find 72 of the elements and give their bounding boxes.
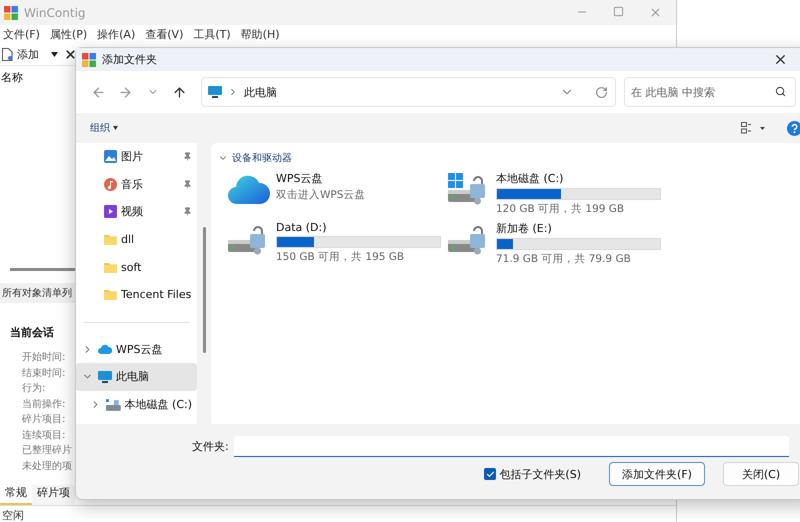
folder-icon [104,289,117,300]
drive-tile[interactable]: 本地磁盘 (C:) 120 GB 可用，共 199 GB [448,171,668,215]
video-icon [104,205,117,218]
checkbox[interactable] [484,468,496,480]
menu-item[interactable]: 属性(P) [50,27,88,42]
maximize-icon[interactable] [613,6,624,17]
add-folder-button[interactable]: 添加文件夹(F) [609,462,705,486]
checkbox-label[interactable]: 包括子文件夹(S) [499,466,581,482]
dialog-title: 添加文件夹 [102,52,158,67]
music-note-icon [104,178,117,191]
drive-tile[interactable]: 新加卷 (E:) 71.9 GB 可用，共 79.9 GB [448,221,668,265]
close-dialog-button[interactable]: 关闭(C) [723,462,799,486]
section-header[interactable]: 设备和驱动器 [232,151,292,165]
nav-item[interactable]: 本地磁盘 (C:) [76,390,197,418]
app-logo-icon [82,52,96,66]
menu-item[interactable]: 查看(V) [145,27,184,42]
nav-item[interactable]: 图片 [76,143,197,171]
tab[interactable]: 常规 [0,485,32,505]
panel-tab[interactable]: 所有对象清单列 [0,283,76,303]
status-text: 空闲 [1,508,25,522]
cloud-icon [98,344,112,354]
monitor-icon [208,86,222,98]
menu-item[interactable]: 文件(F) [3,27,40,42]
locked-drive-icon [448,223,488,255]
nav-item[interactable]: soft [76,253,197,281]
help-icon[interactable] [787,120,800,136]
drive-icon [106,398,121,411]
nav-item[interactable]: 视频 [76,198,197,226]
app-logo-icon [4,6,18,20]
nav-item[interactable]: dll [76,226,197,254]
nav-item[interactable]: 音乐 [76,170,197,198]
menu-item[interactable]: 帮助(H) [240,27,280,42]
field-label: 碎片项目: [21,412,66,427]
folder-input-field[interactable] [234,436,789,457]
drive-tile[interactable]: Data (D:) 150 GB 可用，共 195 GB [228,221,448,265]
folder-icon [104,262,117,273]
column-header: 名称 [0,70,24,85]
field-label: 连续项目: [21,428,66,442]
cloud-icon [228,173,270,205]
drive-tile[interactable]: WPS云盘 双击进入WPS云盘 [228,171,448,215]
refresh-icon[interactable] [594,86,608,98]
field-label: 当前操作: [21,398,66,412]
caret-icon[interactable] [113,126,118,130]
folder-label: 文件夹: [192,439,229,454]
locked-drive-icon [228,223,268,255]
section-title: 当前会话 [9,325,55,341]
dropdown-caret-icon[interactable] [51,52,58,57]
search-icon[interactable] [775,86,786,97]
field-label: 行为: [21,382,46,396]
window-title: WinContig [24,6,87,20]
delete-icon[interactable] [64,48,77,61]
address-bar[interactable]: 此电脑 [201,77,616,107]
nav-item[interactable]: 此电脑 [76,363,197,391]
view-options-icon[interactable] [741,122,765,134]
nav-item[interactable]: Tencent Files [76,280,197,309]
scrollbar-thumb[interactable] [202,227,206,353]
field-label: 已整理碎片 [21,444,73,458]
organize-menu-button[interactable]: 组织 [86,119,122,137]
picture-icon [104,150,117,164]
folder-icon [104,234,117,246]
tab[interactable]: 碎片项 [32,485,75,505]
search-field[interactable]: 在 此电脑 中搜索 [624,77,796,107]
system-drive-icon [448,173,488,205]
add-label[interactable]: 添加 [17,47,39,62]
menu-item[interactable]: 工具(T) [193,27,231,42]
nav-item[interactable]: WPS云盘 [76,336,197,364]
field-label: 未处理的项 [21,460,73,474]
menu-item[interactable]: 操作(A) [97,27,136,42]
monitor-icon [98,370,112,383]
field-label: 结束时间: [21,366,66,380]
field-label: 开始时间: [21,350,66,365]
forward-arrow-icon[interactable] [118,84,133,100]
